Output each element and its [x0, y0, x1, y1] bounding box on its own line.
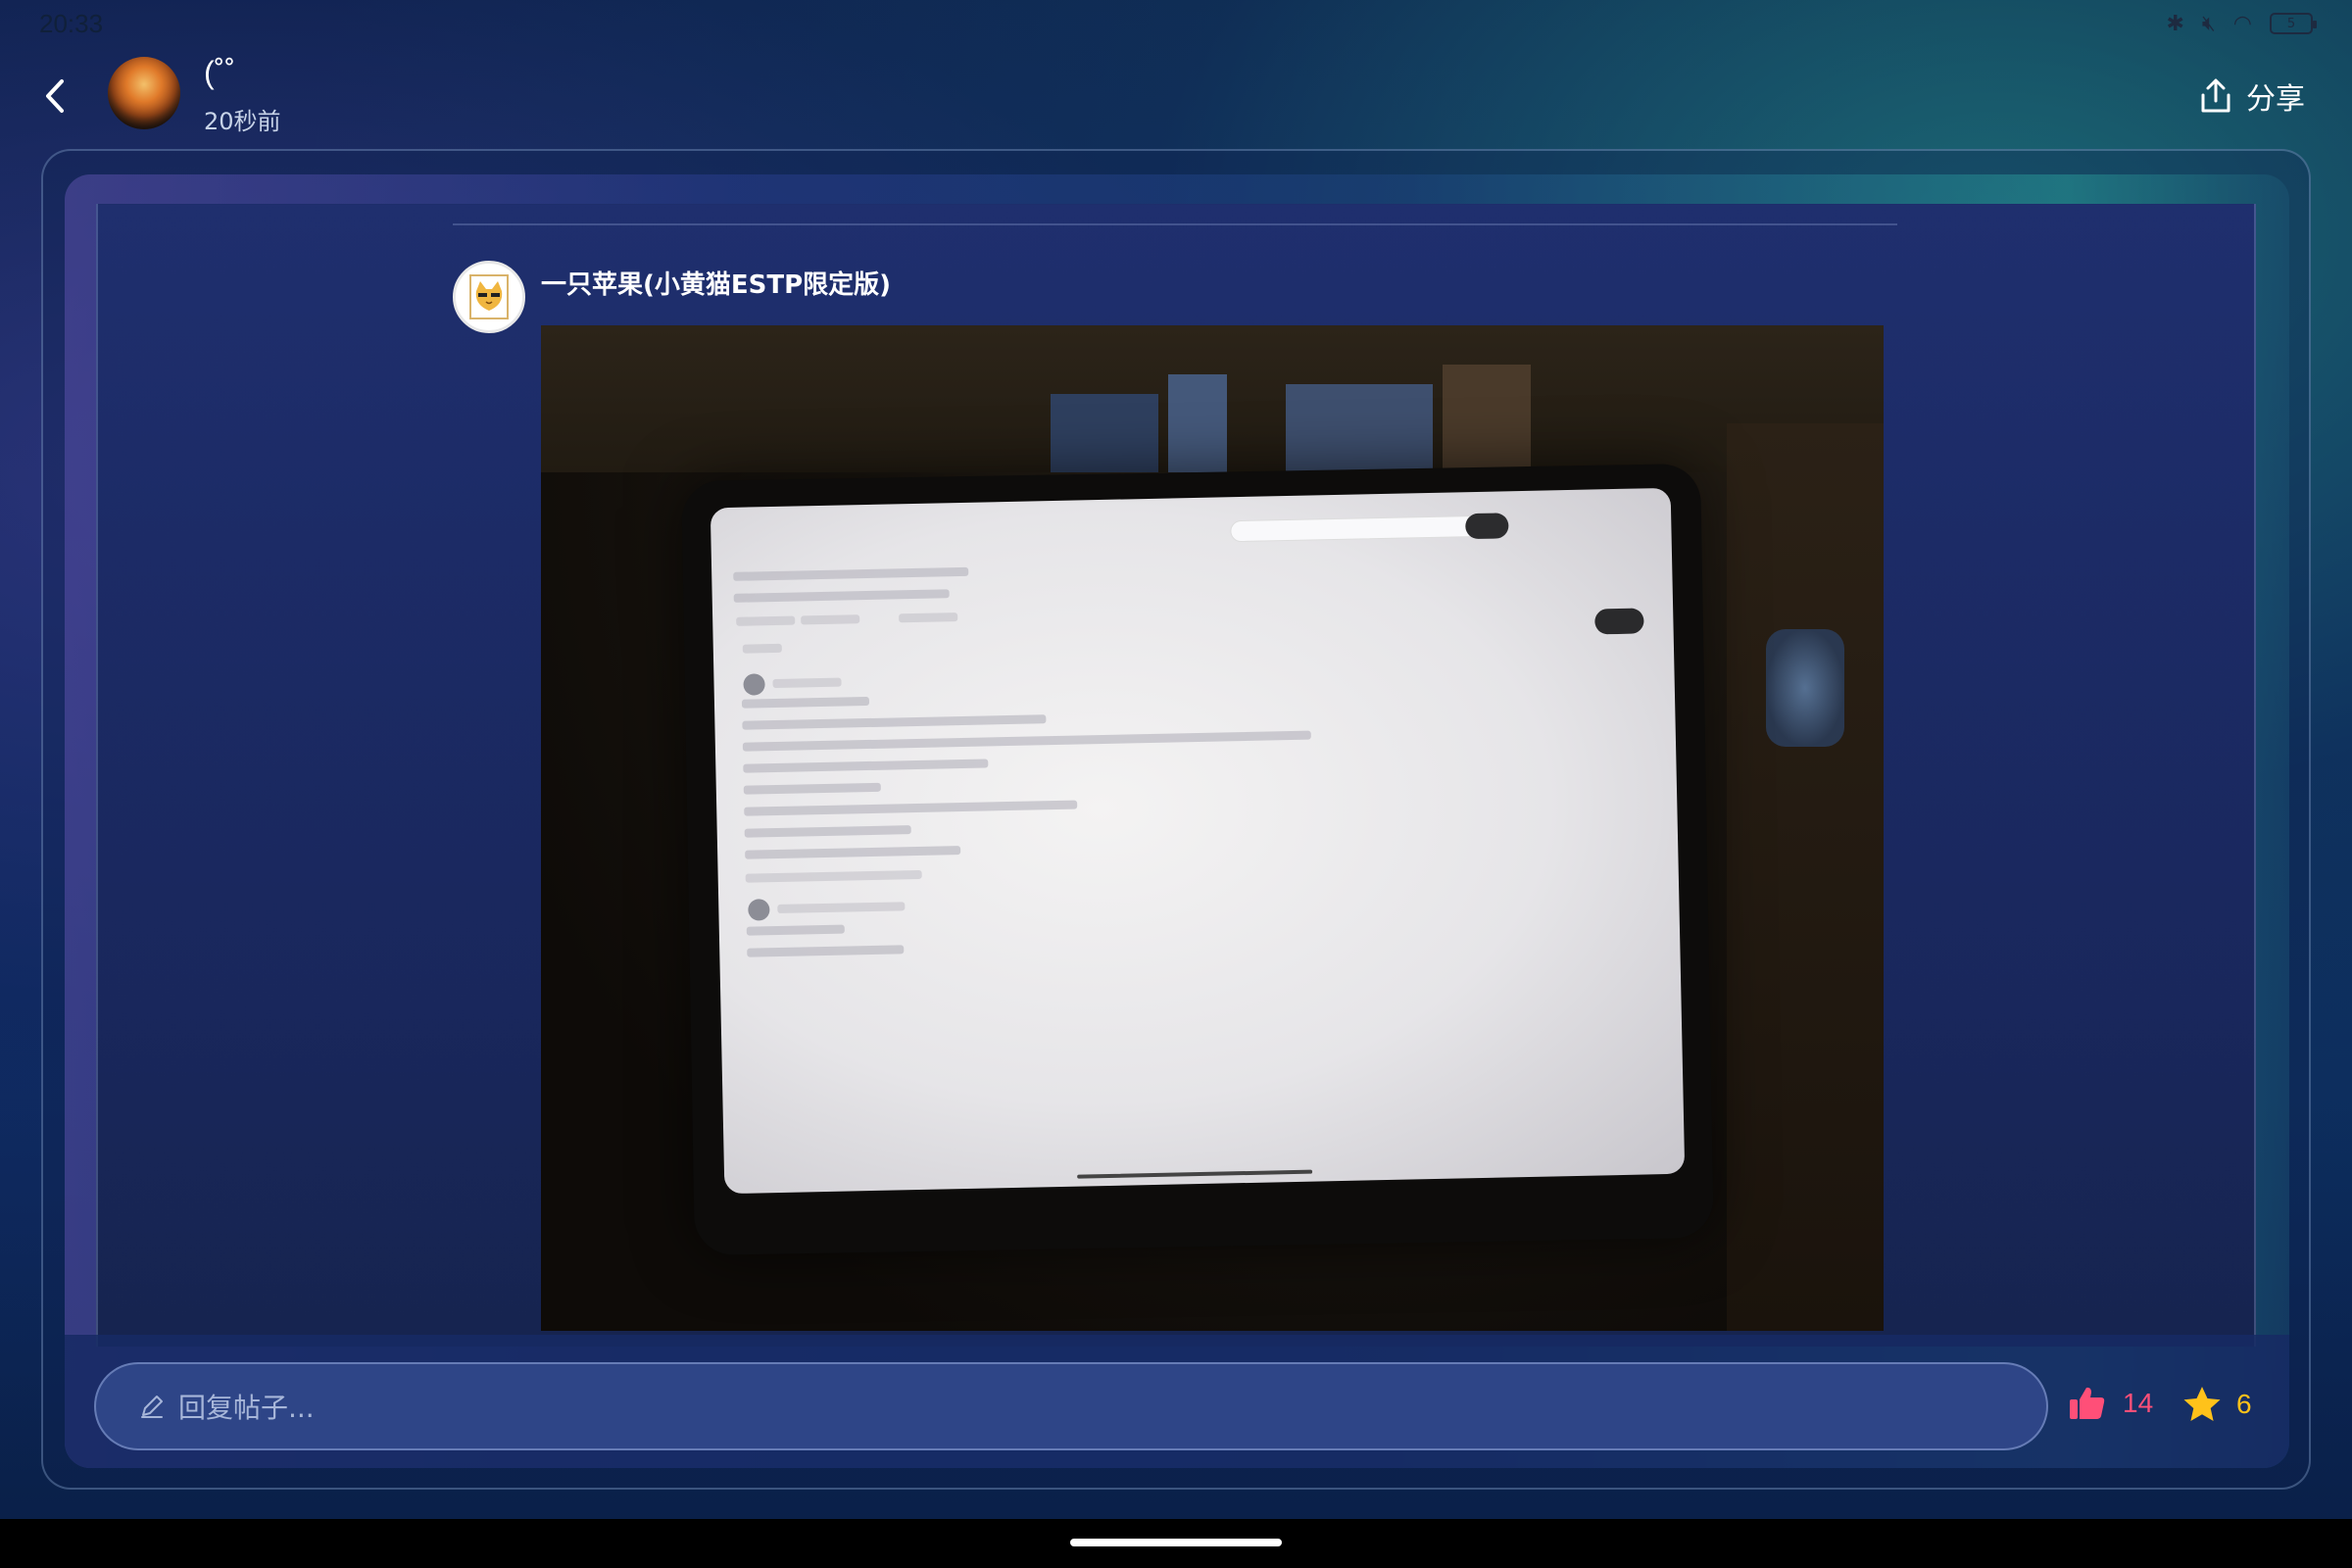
share-icon: [2201, 78, 2230, 113]
photo-search-button: [1465, 513, 1509, 540]
status-bar: 20:33 ✱ 🔇︎ ◠ 5: [0, 0, 2352, 47]
photo-text-line: [747, 945, 905, 957]
cat-avatar-icon: [469, 274, 509, 319]
share-button[interactable]: 分享: [2199, 74, 2305, 118]
photo-text-line: [746, 924, 845, 936]
photo-text-line: [745, 846, 961, 859]
author-avatar[interactable]: [453, 261, 525, 333]
photo-text-line: [899, 612, 958, 623]
post-time: 20秒前: [204, 108, 281, 135]
home-indicator[interactable]: [1070, 1539, 1282, 1546]
photo-book: [1286, 384, 1433, 472]
photo-text-line: [742, 714, 1047, 730]
photo-text-line: [743, 759, 989, 773]
reply-placeholder: 回复帖子...: [178, 1392, 315, 1424]
mute-icon: 🔇︎: [2201, 11, 2216, 36]
photo-furniture: [1727, 423, 1884, 1331]
photo-text-line: [744, 825, 911, 838]
photo-text-line: [744, 800, 1078, 816]
photo-search-field: [1230, 514, 1505, 543]
reply-input[interactable]: 回复帖子...: [94, 1362, 2048, 1450]
photo-book: [1443, 365, 1531, 472]
photo-text-line: [801, 614, 860, 625]
photo-book: [1051, 394, 1158, 472]
photo-text-line: [736, 615, 796, 626]
user-avatar[interactable]: [108, 57, 180, 129]
photo-text-line: [745, 869, 922, 883]
back-button[interactable]: [35, 74, 74, 118]
photo-text-line: [733, 589, 950, 603]
status-time: 20:33: [39, 8, 104, 38]
favorite-button[interactable]: 6: [2181, 1384, 2252, 1425]
share-label: 分享: [2246, 82, 2305, 117]
divider: [453, 223, 1897, 225]
photo-text-line: [742, 730, 1311, 752]
photo-avatar: [748, 899, 770, 921]
photo-text-line: [772, 677, 842, 689]
battery-level: 5: [2286, 17, 2296, 31]
author-name[interactable]: 一只苹果(小黄猫ESTP限定版): [541, 265, 891, 301]
wifi-icon: ◠: [2232, 11, 2252, 36]
photo-bag: [1766, 629, 1844, 747]
photo-avatar: [743, 673, 765, 696]
status-icons: ✱ 🔇︎ ◠ 5: [2166, 11, 2317, 36]
back-icon: [46, 79, 64, 113]
pencil-icon: [141, 1396, 163, 1418]
photo-text-line: [777, 902, 906, 913]
user-name[interactable]: (˚˚: [204, 55, 235, 91]
photo-text-line: [733, 566, 969, 581]
like-button[interactable]: 14: [2068, 1384, 2153, 1423]
favorite-count: 6: [2236, 1389, 2252, 1419]
photo-comment-button: [1594, 608, 1644, 635]
star-icon: [2183, 1387, 2221, 1421]
post-image[interactable]: [541, 325, 1884, 1331]
thumbs-up-icon: [2070, 1387, 2105, 1419]
photo-tablet-screen: [710, 487, 1686, 1195]
photo-book: [1168, 374, 1227, 472]
photo-text-line: [741, 696, 870, 709]
bluetooth-icon: ✱: [2166, 11, 2184, 36]
like-count: 14: [2123, 1388, 2154, 1418]
photo-home-bar: [1077, 1169, 1313, 1179]
photo-text-line: [743, 782, 881, 795]
photo-shelf: [541, 325, 1884, 472]
battery-icon: 5: [2270, 13, 2317, 34]
header: (˚˚ 20秒前 分享: [0, 47, 2352, 145]
photo-text-line: [742, 643, 782, 654]
